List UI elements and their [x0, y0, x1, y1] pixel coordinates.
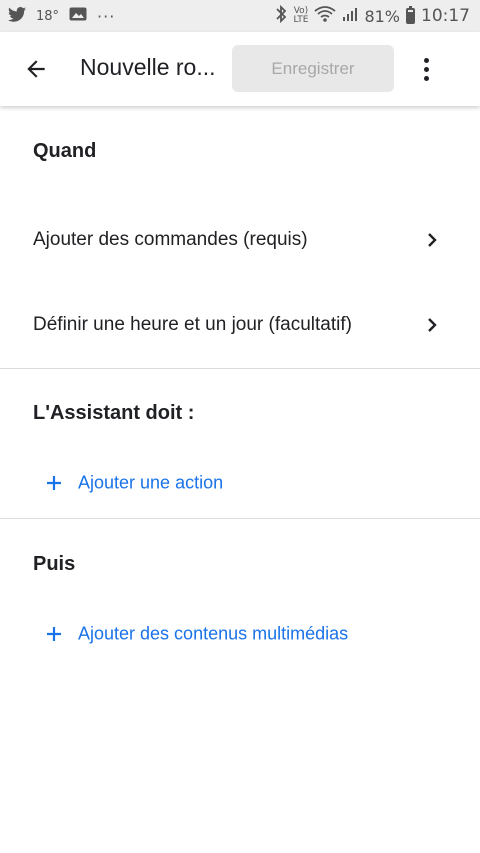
bluetooth-icon	[275, 4, 287, 27]
app-bar: Nouvelle ro... Enregistrer	[0, 32, 480, 106]
add-commands-label: Ajouter des commandes (requis)	[33, 229, 308, 250]
chevron-right-icon	[428, 233, 437, 247]
more-vert-icon-dot	[423, 66, 429, 72]
temperature-text: 18°	[36, 8, 60, 24]
more-options-button[interactable]	[412, 51, 440, 87]
more-notifications-text: ···	[97, 6, 116, 26]
page-title: Nouvelle ro...	[80, 54, 216, 80]
section-title-assistant: L'Assistant doit :	[33, 402, 195, 424]
add-action-button[interactable]: Ajouter une action	[0, 459, 480, 507]
volte-bottom-text: LTE	[293, 15, 309, 25]
section-title-then: Puis	[33, 553, 76, 575]
battery-percent: 81%	[364, 6, 400, 26]
status-bar-right: Vo) LTE 81% 10:17	[275, 0, 470, 32]
add-media-label: Ajouter des contenus multimédias	[78, 623, 349, 644]
plus-icon	[47, 627, 61, 641]
add-action-label: Ajouter une action	[78, 472, 224, 493]
divider	[0, 368, 480, 369]
divider	[0, 518, 480, 519]
twitter-icon	[8, 6, 26, 26]
signal-icon	[342, 6, 358, 26]
more-vert-icon-dot	[423, 57, 429, 63]
set-time-day-label: Définir une heure et un jour (facultatif…	[33, 314, 352, 335]
chevron-right-icon	[428, 318, 437, 332]
section-title-when: Quand	[33, 140, 97, 162]
status-bar: 18° ··· Vo) LTE 81% 10:17	[0, 0, 480, 32]
save-button[interactable]: Enregistrer	[232, 45, 394, 92]
battery-icon	[406, 6, 415, 24]
arrow-back-icon	[27, 60, 45, 78]
clock: 10:17	[421, 6, 470, 26]
status-bar-left: 18° ···	[8, 0, 115, 32]
more-vert-icon-dot	[423, 75, 429, 81]
back-button[interactable]	[18, 51, 54, 87]
set-time-day-row[interactable]: Définir une heure et un jour (facultatif…	[0, 295, 480, 355]
add-commands-row[interactable]: Ajouter des commandes (requis)	[0, 210, 480, 270]
photo-notification-icon	[69, 7, 87, 25]
plus-icon	[47, 476, 61, 490]
add-media-button[interactable]: Ajouter des contenus multimédias	[0, 610, 480, 658]
wifi-icon	[314, 5, 336, 27]
volte-indicator: Vo) LTE	[293, 7, 308, 25]
